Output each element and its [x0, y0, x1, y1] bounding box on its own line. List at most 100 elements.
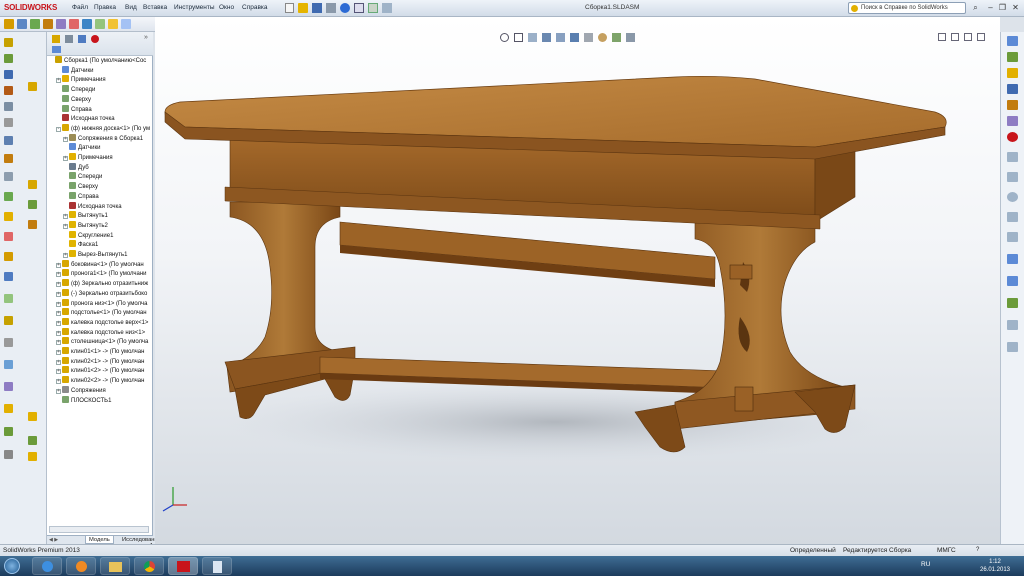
expand-toggle-icon[interactable]: +	[56, 359, 61, 365]
search-arrow-icon[interactable]: ⌕	[970, 3, 981, 13]
tree-item[interactable]: Датчики	[47, 143, 153, 153]
tree-item[interactable]: + калевка подстолье низ<1>	[47, 327, 153, 338]
appearances-icon[interactable]	[1007, 100, 1018, 110]
units-display[interactable]: ММГС	[937, 547, 956, 554]
new-document-icon[interactable]	[285, 3, 294, 13]
expand-toggle-icon[interactable]: +	[56, 272, 61, 278]
tree-item[interactable]: + столешница<1> (По умолча	[47, 337, 153, 347]
tree-item[interactable]: Сборка1 (По умолчанию<Сос	[47, 56, 153, 66]
tenon-wedge-lower[interactable]	[734, 386, 754, 412]
dimension-shortcut-icon[interactable]	[28, 220, 37, 229]
display-manager-tab-icon[interactable]	[91, 35, 99, 43]
minimize-icon[interactable]: –	[985, 3, 996, 13]
tree-item[interactable]: Исходная точка	[47, 114, 153, 124]
expand-toggle-icon[interactable]: +	[56, 311, 61, 317]
mirror-icon[interactable]	[1007, 298, 1018, 308]
menu-view[interactable]: Вид	[125, 4, 137, 11]
sketch-rectangle-icon[interactable]	[1007, 172, 1018, 182]
tree-item[interactable]: Фаска1	[47, 240, 153, 250]
internet-explorer-icon[interactable]	[32, 557, 62, 575]
smart-fasteners-icon[interactable]	[4, 86, 13, 95]
tree-item[interactable]: Справа	[47, 104, 153, 115]
feature-manager-tab-icon[interactable]	[52, 35, 60, 43]
expand-toggle-icon[interactable]: +	[63, 136, 68, 142]
start-button-icon[interactable]	[4, 558, 20, 574]
expand-toggle-icon[interactable]: +	[56, 262, 61, 268]
trim-icon[interactable]	[1007, 254, 1018, 264]
tree-item[interactable]: + (ф) Зеркально отразитьниж	[47, 279, 153, 289]
sum-icon[interactable]	[82, 19, 92, 29]
menu-insert[interactable]: Вставка	[143, 4, 167, 11]
expand-toggle-icon[interactable]: +	[56, 320, 61, 326]
tree-item[interactable]: Исходная точка	[47, 201, 153, 212]
tree-item[interactable]: + калевка подстолье верх<1>	[47, 317, 153, 328]
tree-item[interactable]: + (-) Зеркально отразитьбоко	[47, 288, 153, 299]
expand-toggle-icon[interactable]: +	[56, 78, 61, 84]
solidworks-forum-icon[interactable]	[1007, 132, 1018, 142]
media-player-icon[interactable]	[66, 557, 96, 575]
print-icon[interactable]	[326, 3, 336, 13]
chart-icon[interactable]	[95, 19, 105, 29]
tree-item[interactable]: + Вытянуть1	[47, 211, 153, 221]
exploded-view-icon[interactable]	[4, 212, 13, 221]
hole-alignment-icon[interactable]	[4, 404, 13, 413]
tree-item[interactable]: + пронога низ<1> (По умолча	[47, 298, 153, 309]
expand-toggle-icon[interactable]: +	[63, 223, 68, 229]
tree-horizontal-scrollbar[interactable]	[49, 526, 149, 533]
status-help-icon[interactable]: ?	[976, 547, 979, 553]
graphics-area[interactable]	[155, 17, 1000, 544]
check-icon[interactable]	[4, 427, 13, 436]
evaluate-icon[interactable]	[43, 19, 53, 29]
pattern-icon[interactable]	[1007, 320, 1018, 330]
camera-icon[interactable]	[121, 19, 131, 29]
tree-item[interactable]: Дуб	[47, 162, 153, 173]
relations-icon[interactable]	[1007, 342, 1018, 352]
menu-edit[interactable]: Правка	[94, 4, 116, 11]
solidworks-logo[interactable]: SOLIDWORKS	[4, 3, 64, 14]
assembly-features-icon[interactable]	[4, 136, 13, 145]
expand-panel-icon[interactable]: »	[144, 34, 148, 41]
bill-of-materials-icon[interactable]	[4, 192, 13, 201]
tree-item[interactable]: Сверху	[47, 182, 153, 192]
large-assembly-icon[interactable]	[4, 450, 13, 459]
tree-item[interactable]: + клин01<1> -> (По умолчан	[47, 347, 153, 357]
tree-item[interactable]: + клин02<1> -> (По умолчан	[47, 356, 153, 367]
view-palette-icon[interactable]	[1007, 84, 1018, 94]
tree-item[interactable]: ПЛОСКОСТЬ1	[47, 395, 153, 406]
expand-toggle-icon[interactable]: +	[56, 282, 61, 288]
move-component-icon[interactable]	[4, 102, 13, 111]
smart-dimension-icon[interactable]	[4, 19, 14, 29]
shortcut-icon[interactable]	[28, 412, 37, 421]
sketch-spline-icon[interactable]	[1007, 232, 1018, 242]
configuration-manager-tab-icon[interactable]	[78, 35, 86, 43]
menu-tools[interactable]: Инструменты	[174, 4, 215, 11]
expand-toggle-icon[interactable]: +	[56, 379, 61, 385]
explode-line-icon[interactable]	[4, 232, 13, 241]
feature-icon[interactable]	[28, 82, 37, 91]
table-3d-model[interactable]	[155, 17, 1000, 544]
tree-item[interactable]: Спереди	[47, 172, 153, 182]
menu-window[interactable]: Окно	[219, 4, 234, 11]
tree-item[interactable]: Датчики	[47, 65, 153, 76]
expand-toggle-icon[interactable]: +	[56, 369, 61, 375]
close-icon[interactable]: ✕	[1010, 3, 1021, 13]
insert-component-icon[interactable]	[4, 38, 13, 47]
save-icon[interactable]	[312, 3, 322, 13]
expand-toggle-icon[interactable]: +	[63, 214, 68, 220]
open-folder-icon[interactable]	[298, 3, 308, 13]
dimxpert-icon[interactable]	[56, 19, 66, 29]
property-manager-tab-icon[interactable]	[65, 35, 73, 43]
office-products-icon[interactable]	[69, 19, 79, 29]
filter-icon[interactable]	[52, 46, 61, 53]
snapshot-icon[interactable]	[4, 272, 13, 281]
resources-icon[interactable]	[1007, 36, 1018, 46]
chrome-icon[interactable]	[134, 557, 164, 575]
sketch-icon[interactable]	[17, 19, 27, 29]
shortcut3-icon[interactable]	[28, 452, 37, 461]
new-motion-study-icon[interactable]	[4, 172, 13, 181]
tree-item[interactable]: + Примечания	[47, 75, 153, 85]
lights-icon[interactable]	[108, 19, 118, 29]
clearance-icon[interactable]	[4, 382, 13, 391]
tree-item[interactable]: Сверху	[47, 94, 153, 105]
help-search-input[interactable]: Поиск в Справке по SolidWorks	[848, 2, 966, 14]
